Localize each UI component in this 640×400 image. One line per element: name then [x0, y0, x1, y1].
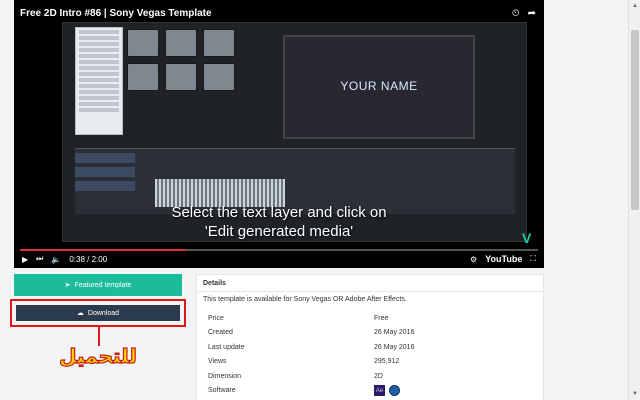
details-description: This template is available for Sony Vega…	[203, 296, 407, 303]
video-player[interactable]: Free 2D Intro #86 | Sony Vegas Template …	[14, 0, 544, 268]
details-panel: Details This template is available for S…	[196, 274, 544, 400]
download-button[interactable]: ☁ Download	[16, 305, 180, 321]
details-table: Price Free Created 26 May 2016 Last upda…	[197, 311, 543, 398]
detail-row-last-update: Last update 26 May 2016	[208, 343, 415, 351]
progress-fill	[20, 249, 186, 251]
download-highlight-box: ☁ Download	[10, 299, 186, 327]
share-icon[interactable]: ➦	[528, 8, 536, 19]
settings-icon[interactable]: ⚙	[470, 255, 477, 264]
channel-logo-icon: V	[522, 230, 532, 246]
detail-row-software: Software Ae	[197, 384, 543, 399]
play-icon[interactable]: ▶	[22, 255, 28, 264]
preview-window: YOUR NAME	[283, 35, 475, 139]
scrollbar-thumb[interactable]	[631, 30, 639, 210]
page: Free 2D Intro #86 | Sony Vegas Template …	[0, 0, 628, 400]
next-icon[interactable]: ⏭	[36, 254, 43, 264]
detail-row-views: Views 295,912	[208, 358, 400, 366]
detail-row-created: Created 26 May 2016	[208, 329, 415, 337]
video-title[interactable]: Free 2D Intro #86 | Sony Vegas Template	[20, 8, 212, 19]
preview-text: YOUR NAME	[340, 79, 418, 93]
page-scrollbar[interactable]: ▲ ▼	[628, 0, 640, 400]
video-subtitle: Select the text layer and click on 'Edit…	[171, 204, 387, 240]
player-controls: ▶ ⏭ 🔈 0:38 / 2:00 ⚙ YouTube ⛶	[14, 252, 544, 266]
featured-template-button[interactable]: ➤ Featured template	[14, 274, 182, 296]
scroll-down-icon[interactable]: ▼	[629, 388, 640, 400]
arabic-annotation: للتحميل	[59, 343, 138, 368]
sony-vegas-icon[interactable]	[389, 385, 400, 397]
progress-bar[interactable]	[20, 249, 538, 251]
details-heading: Details	[203, 280, 226, 287]
after-effects-icon[interactable]: Ae	[374, 385, 385, 397]
youtube-logo[interactable]: YouTube	[485, 254, 522, 264]
fullscreen-icon[interactable]: ⛶	[530, 254, 536, 264]
scroll-up-icon[interactable]: ▲	[629, 0, 640, 12]
details-divider	[197, 291, 543, 292]
cloud-download-icon: ☁	[76, 310, 84, 317]
watch-later-icon[interactable]: ⏲	[512, 8, 520, 19]
effects-list	[75, 27, 123, 135]
player-top-controls: ⏲ ➦	[512, 8, 536, 19]
detail-row-dimension: Dimension 2D	[208, 372, 383, 380]
time-display: 0:38 / 2:00	[69, 254, 108, 264]
pin-icon: ➤	[64, 282, 71, 289]
volume-icon[interactable]: 🔈	[51, 255, 61, 264]
preset-thumbnails	[127, 29, 235, 91]
detail-row-price: Price Free	[208, 314, 389, 322]
